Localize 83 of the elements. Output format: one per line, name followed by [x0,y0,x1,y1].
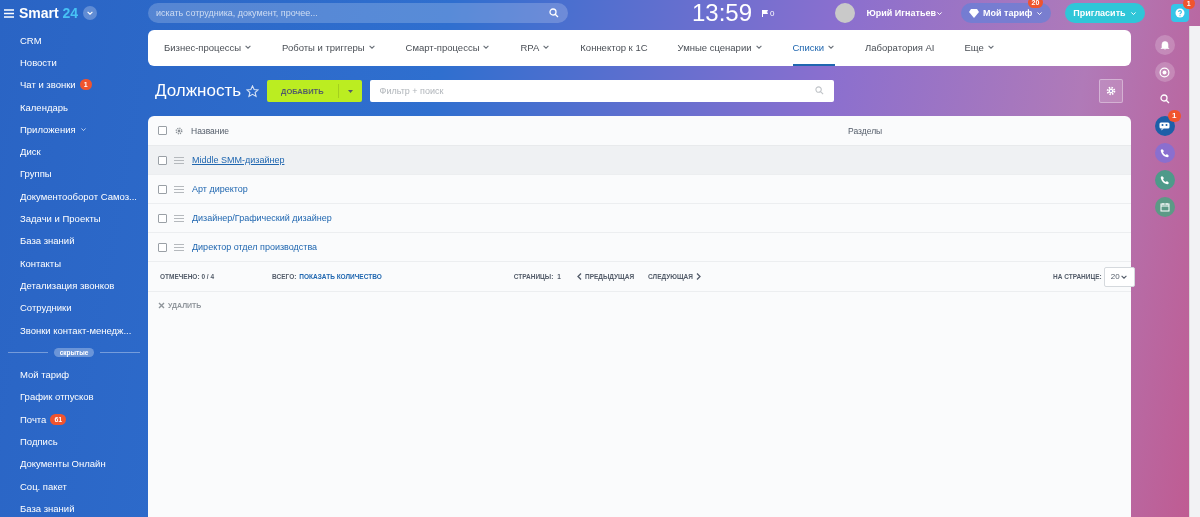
nav-tab[interactable]: Еще [964,30,995,66]
search-icon [549,8,559,18]
settings-icon [1106,86,1116,96]
page-title: Должность [155,81,242,101]
chevron-down-icon [86,9,95,17]
chevron-down-icon [936,9,943,17]
chevron-down-icon [79,125,87,133]
sidebar-item[interactable]: Приложения [0,118,148,141]
row-link[interactable]: Middle SMM-дизайнер [192,155,285,165]
avatar[interactable] [834,3,855,23]
chevron-right-icon [695,273,701,280]
question-icon [1174,8,1185,18]
help-button[interactable] [1170,4,1189,22]
nav-tab[interactable]: Бизнес-процессы [164,30,252,66]
sidebar-item[interactable]: Группы [0,162,148,186]
sidebar-item[interactable]: Календарь [0,95,148,119]
caret-icon [346,88,354,94]
sidebar-item[interactable]: График отпусков [0,385,148,409]
drag-handle-icon[interactable] [174,185,184,193]
phone-icon[interactable] [1154,143,1175,163]
row-link[interactable]: Директор отдел производства [192,242,318,252]
column-header[interactable]: Название [191,125,848,136]
checkbox[interactable] [158,184,167,194]
nav-tab[interactable]: RPA [520,30,551,66]
nav-tab[interactable]: Роботы и триггеры [282,30,376,66]
logo-dropdown[interactable] [83,6,98,20]
sidebar-item[interactable]: Документооборот Самоз... [0,185,148,208]
chevron-left-icon [576,273,582,280]
user-name[interactable]: Юрий Игнатьев [866,8,936,18]
sidebar-item[interactable]: Задачи и Проекты [0,207,148,230]
row-link[interactable]: Дизайнер/Графический дизайнер [192,213,332,223]
settings-icon[interactable] [175,126,183,135]
filter-field[interactable]: Фильтр + поиск [369,80,834,102]
drag-handle-icon[interactable] [174,214,184,222]
chevron-down-icon [1129,9,1137,17]
nav-tab[interactable]: Умные сценарии [677,30,763,66]
nav-tab[interactable]: Списки [792,30,836,66]
checkbox[interactable] [158,242,167,252]
sidebar-item[interactable]: Подпись [0,430,148,453]
sidebar-item[interactable]: Соц. пакет [0,474,148,498]
checkbox[interactable] [158,155,167,165]
notification-badge: 1 [1168,110,1181,122]
table-row[interactable]: Директор отдел производства [148,233,1131,262]
sidebar-item[interactable]: База знаний [0,229,148,252]
nav-tab[interactable]: Смарт-процессы [405,30,491,66]
table-row[interactable]: Арт директор [148,175,1131,204]
sidebar-item[interactable]: Детализация звонков [0,274,148,297]
star-icon[interactable] [246,84,260,98]
flag-counter[interactable]: 0 [762,8,775,18]
sidebar-item[interactable]: CRM [0,29,148,52]
sidebar-item[interactable]: База знаний [0,497,148,517]
sidebar-item[interactable]: Сотрудники [0,296,148,319]
chat-icon[interactable] [1154,62,1175,82]
nav-tab[interactable]: Лаборатория AI [865,30,935,66]
sidebar-item[interactable]: Документы Онлайн [0,452,148,475]
checkbox[interactable] [158,213,167,223]
close-icon [158,302,165,309]
sidebar-item[interactable]: Мой тариф [0,363,148,386]
drag-handle-icon[interactable] [174,243,184,251]
group-chat-button[interactable] [1154,116,1175,136]
row-link[interactable]: Арт директор [192,184,248,194]
table-row[interactable]: Middle SMM-дизайнер [148,146,1131,175]
sidebar-item[interactable]: Новости [0,51,148,74]
checkbox[interactable] [158,126,167,135]
column-header[interactable]: Разделы [848,125,883,136]
nav-tab[interactable]: Коннектор к 1С [580,30,648,66]
chevron-down-icon [1036,9,1044,17]
sidebar-item[interactable]: Звонки контакт-менедж... [0,318,148,342]
per-page-select[interactable]: 20 [1103,266,1135,287]
bell-icon[interactable] [1154,35,1175,55]
search-icon [814,86,824,95]
logo-text: Smart 24 [19,5,79,21]
phone-icon[interactable] [1154,170,1175,190]
sidebar-item[interactable]: Диск [0,140,148,163]
drag-handle-icon[interactable] [174,156,184,164]
menu-icon[interactable] [4,8,14,18]
chat-bubble-icon [1159,121,1170,131]
clock: 13:59 [692,0,753,27]
table-row[interactable]: Дизайнер/Графический дизайнер [148,204,1131,233]
diamond-icon [969,8,979,18]
sidebar-item[interactable]: Контакты [0,251,148,275]
settings-button[interactable] [1099,79,1123,103]
calendar-icon[interactable] [1154,197,1175,217]
